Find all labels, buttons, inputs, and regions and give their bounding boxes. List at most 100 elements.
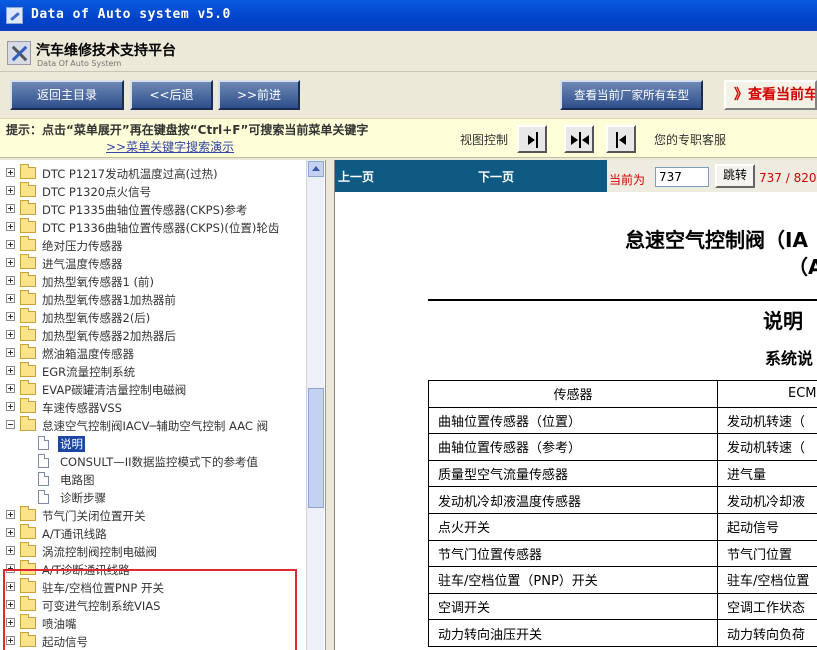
tree-item[interactable]: A/T通讯线路 <box>42 526 107 542</box>
app-subtitle: Data Of Auto System <box>37 59 122 68</box>
back-button[interactable]: <<后退 <box>130 80 213 110</box>
tree-item[interactable]: 车速传感器VSS <box>42 400 122 416</box>
expand-icon[interactable] <box>6 204 15 213</box>
scroll-up-icon[interactable] <box>308 161 324 177</box>
folder-icon <box>20 524 36 539</box>
expand-icon[interactable] <box>6 384 15 393</box>
tree-item[interactable]: 加热型氧传感器1加热器前 <box>42 292 176 308</box>
tree-scrollbar[interactable] <box>306 160 324 650</box>
folder-icon <box>20 542 36 557</box>
tree-item[interactable]: EVAP碳罐清洁量控制电磁阀 <box>42 382 186 398</box>
expand-icon[interactable] <box>6 222 15 231</box>
support-label[interactable]: 您的专职客服 <box>654 131 726 148</box>
search-demo-link[interactable]: >>菜单关键字搜索演示 <box>106 138 234 155</box>
table-cell-sensor: 空调开关 <box>428 592 718 621</box>
section-heading: 说明 <box>763 309 803 333</box>
tree-item[interactable]: 绝对压力传感器 <box>42 238 123 254</box>
scroll-thumb[interactable] <box>308 388 324 508</box>
expand-icon[interactable] <box>6 294 15 303</box>
hint-bar: 提示：点击“菜单展开”再在键盘按“Ctrl+F”可搜索当前菜单关键字 >>菜单关… <box>0 118 817 158</box>
tree-child-item[interactable]: 说明 <box>58 436 85 452</box>
tree-item[interactable]: 进气温度传感器 <box>42 256 123 272</box>
table-cell-sensor: 曲轴位置传感器（参考） <box>428 433 718 461</box>
expand-icon[interactable] <box>6 312 15 321</box>
jump-button[interactable]: 跳转 <box>715 164 755 188</box>
title-bar: Data of Auto system v5.0 <box>0 0 817 31</box>
table-row: 点火开关 起动信号 <box>428 512 817 541</box>
document-title-line2: （AA <box>788 255 817 279</box>
expand-icon[interactable] <box>6 510 15 519</box>
tree-item[interactable]: DTC P1336曲轴位置传感器(CKPS)(位置)轮齿 <box>42 220 279 236</box>
document-icon <box>38 454 49 468</box>
tree-item[interactable]: 加热型氧传感器1 (前) <box>42 274 154 290</box>
next-page-link[interactable]: 下一页 <box>478 168 514 185</box>
table-cell-sensor: 动力转向油压开关 <box>428 619 718 647</box>
table-cell-ecm: 动力转向负荷 <box>717 619 817 647</box>
tree-item[interactable]: 涡流控制阀控制电磁阀 <box>42 544 157 560</box>
table-cell-ecm: 空调工作状态 <box>717 592 817 621</box>
folder-icon <box>20 182 36 197</box>
tree-item[interactable]: 加热型氧传感器2(后) <box>42 310 150 326</box>
tree-item[interactable]: DTC P1320点火信号 <box>42 184 151 200</box>
table-cell-sensor: 发动机冷却液温度传感器 <box>428 486 718 514</box>
page-navigator: 上一页 下一页 当前为 跳转 737 / 820 <box>335 160 817 192</box>
tree-child-item[interactable]: 诊断步骤 <box>60 490 106 506</box>
collapse-icon[interactable] <box>6 420 15 429</box>
tree-item[interactable]: 燃油箱温度传感器 <box>42 346 134 362</box>
app-icon <box>6 7 23 24</box>
document-icon <box>38 490 49 504</box>
expand-icon[interactable] <box>6 528 15 537</box>
document-icon <box>38 472 49 486</box>
arrow-right-icon <box>528 132 538 148</box>
current-model-button[interactable]: 》查看当前车型 <box>724 80 817 110</box>
section-subheading: 系统说 <box>765 349 814 368</box>
forward-button[interactable]: >>前进 <box>218 80 300 110</box>
folder-icon <box>20 200 36 215</box>
expand-icon[interactable] <box>6 348 15 357</box>
folder-icon <box>20 344 36 359</box>
page-number-input[interactable] <box>655 167 709 187</box>
folder-icon <box>20 290 36 305</box>
folder-icon <box>20 398 36 413</box>
window-title: Data of Auto system v5.0 <box>31 7 231 22</box>
tree-item[interactable]: 节气门关闭位置开关 <box>42 508 146 524</box>
expand-left-button[interactable] <box>606 125 636 153</box>
table-row: 质量型空气流量传感器 进气量 <box>428 459 817 488</box>
expand-icon[interactable] <box>6 546 15 555</box>
tree-item[interactable]: EGR流量控制系统 <box>42 364 135 380</box>
expand-icon[interactable] <box>6 366 15 375</box>
tree-child-item[interactable]: CONSULT—II数据监控模式下的参考值 <box>60 454 258 470</box>
folder-icon <box>20 236 36 251</box>
all-models-button[interactable]: 查看当前厂家所有车型 <box>560 80 703 110</box>
search-hint: 提示：点击“菜单展开”再在键盘按“Ctrl+F”可搜索当前菜单关键字 <box>6 123 369 137</box>
nav-toolbar: 返回主目录 <<后退 >>前进 查看当前厂家所有车型 》查看当前车型 <box>0 72 817 118</box>
folder-icon <box>20 164 36 179</box>
document-title-line1: 怠速空气控制阀（IA <box>625 228 808 252</box>
table-row: 曲轴位置传感器（位置） 发动机转速（ <box>428 406 817 435</box>
tree-item[interactable]: DTC P1217发动机温度过高(过热) <box>42 166 218 182</box>
expand-icon[interactable] <box>6 330 15 339</box>
expand-icon[interactable] <box>6 258 15 267</box>
tree-item[interactable]: 加热型氧传感器2加热器后 <box>42 328 176 344</box>
folder-icon <box>20 506 36 521</box>
prev-page-link[interactable]: 上一页 <box>338 168 374 185</box>
table-row: 曲轴位置传感器（参考） 发动机转速（ <box>428 433 817 461</box>
home-button[interactable]: 返回主目录 <box>10 80 124 110</box>
expand-right-button[interactable] <box>517 125 547 153</box>
split-view-button[interactable] <box>564 125 594 153</box>
expand-icon[interactable] <box>6 168 15 177</box>
table-cell-ecm: 发动机冷却液 <box>717 486 817 514</box>
expand-icon[interactable] <box>6 186 15 195</box>
expand-icon[interactable] <box>6 402 15 411</box>
title-divider <box>428 299 817 301</box>
highlight-annotation <box>3 569 297 650</box>
tree-item[interactable]: DTC P1335曲轴位置传感器(CKPS)参考 <box>42 202 247 218</box>
document-icon <box>38 436 49 450</box>
expand-icon[interactable] <box>6 276 15 285</box>
table-cell-ecm: 发动机转速（ <box>717 406 817 435</box>
expand-icon[interactable] <box>6 240 15 249</box>
view-control-label: 视图控制 <box>460 133 509 147</box>
tree-item[interactable]: 怠速空气控制阀IACV─辅助空气控制 AAC 阀 <box>42 418 268 434</box>
table-cell-ecm: 起动信号 <box>717 512 817 541</box>
tree-child-item[interactable]: 电路图 <box>60 472 95 488</box>
